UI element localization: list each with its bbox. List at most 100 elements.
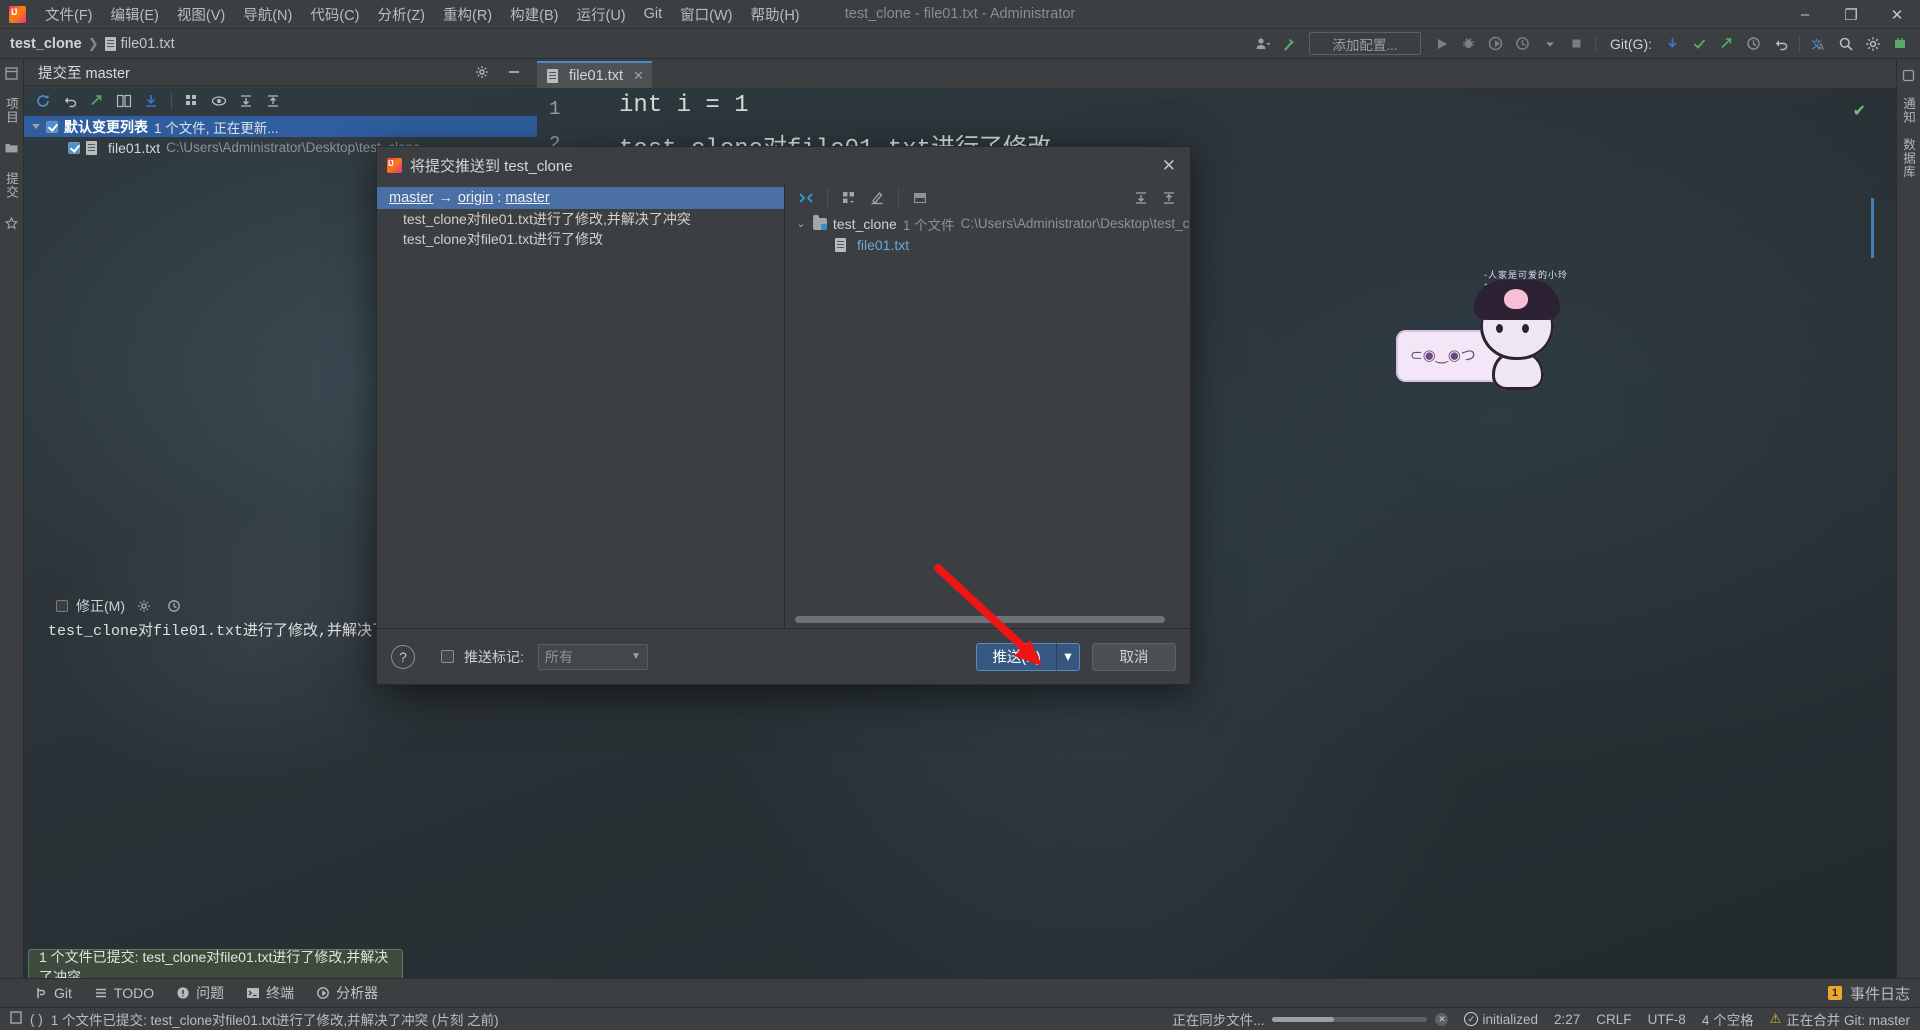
git-commit-icon[interactable] bbox=[1687, 32, 1712, 56]
breadcrumb-file[interactable]: file01.txt bbox=[121, 36, 175, 52]
debug-icon[interactable] bbox=[1456, 32, 1481, 56]
undo-icon[interactable] bbox=[1768, 32, 1793, 56]
toolwindow-profiler[interactable]: 分析器 bbox=[316, 983, 378, 1003]
run-with-coverage-icon[interactable] bbox=[1483, 32, 1508, 56]
menu-refactor[interactable]: 重构(R) bbox=[434, 1, 501, 28]
file-encoding[interactable]: UTF-8 bbox=[1648, 1012, 1686, 1027]
maximize-button[interactable]: ❐ bbox=[1828, 0, 1874, 29]
commit-message-input[interactable]: test_clone对file01.txt进行了修改,并解决了冲 bbox=[48, 619, 398, 640]
toolwindow-git[interactable]: Git bbox=[34, 985, 72, 1001]
commit-settings-gear-icon[interactable] bbox=[471, 61, 493, 83]
chevron-down-icon[interactable] bbox=[32, 124, 40, 129]
push-target-row[interactable]: master → origin : master bbox=[377, 187, 784, 209]
changelist-row[interactable]: 默认变更列表 1 个文件, 正在更新... bbox=[24, 116, 537, 137]
line-separator[interactable]: CRLF bbox=[1596, 1012, 1631, 1027]
push-tags-select[interactable]: 所有 ▼ bbox=[537, 643, 648, 670]
tree-row-file[interactable]: file01.txt bbox=[793, 234, 1190, 255]
push-button[interactable]: 推送(P) bbox=[976, 642, 1056, 671]
commit-list-item[interactable]: test_clone对file01.txt进行了修改 bbox=[377, 229, 784, 249]
close-icon[interactable]: ✕ bbox=[633, 68, 644, 84]
translate-icon[interactable]: 文A bbox=[1806, 32, 1831, 56]
menu-help[interactable]: 帮助(H) bbox=[742, 1, 809, 28]
menu-file[interactable]: 文件(F) bbox=[36, 1, 102, 28]
editor-tab-file01[interactable]: file01.txt ✕ bbox=[537, 61, 652, 88]
menu-run[interactable]: 运行(U) bbox=[567, 1, 634, 28]
add-configuration-button[interactable]: 添加配置... bbox=[1309, 32, 1421, 55]
profiler-dropdown-icon[interactable] bbox=[1510, 32, 1535, 56]
collapse-all-icon[interactable] bbox=[262, 90, 284, 112]
push-local-branch[interactable]: master bbox=[389, 190, 433, 206]
push-remote-branch[interactable]: master bbox=[505, 190, 549, 206]
tree-row-repository[interactable]: ⌄ test_clone 1 个文件 C:\Users\Administrato… bbox=[793, 213, 1190, 234]
settings-gear-icon[interactable] bbox=[1860, 32, 1885, 56]
shelve-icon[interactable] bbox=[86, 90, 108, 112]
menu-git[interactable]: Git bbox=[635, 3, 672, 25]
chevron-down-icon[interactable]: ⌄ bbox=[795, 217, 807, 230]
event-log-area[interactable]: 1 事件日志 bbox=[1827, 983, 1920, 1004]
rollback-icon[interactable] bbox=[59, 90, 81, 112]
search-icon[interactable] bbox=[1833, 32, 1858, 56]
indent-setting[interactable]: 4 个空格 bbox=[1702, 1009, 1754, 1029]
stop-icon[interactable] bbox=[1564, 32, 1589, 56]
menu-edit[interactable]: 编辑(E) bbox=[102, 1, 168, 28]
chevron-down-icon[interactable]: ▼ bbox=[631, 651, 641, 662]
menu-build[interactable]: 构建(B) bbox=[501, 1, 567, 28]
push-dropdown-button[interactable]: ▾ bbox=[1056, 642, 1080, 671]
history-icon[interactable] bbox=[1741, 32, 1766, 56]
toolwindow-terminal[interactable]: 终端 bbox=[246, 983, 294, 1003]
git-branch-status[interactable]: ⚠ 正在合并 Git: master bbox=[1770, 1009, 1910, 1029]
git-update-icon[interactable] bbox=[1660, 32, 1685, 56]
commit-list-item[interactable]: test_clone对file01.txt进行了修改,并解决了冲突 bbox=[377, 209, 784, 229]
structure-icon[interactable] bbox=[4, 65, 20, 81]
minimize-button[interactable]: – bbox=[1782, 0, 1828, 29]
cancel-progress-icon[interactable]: ✕ bbox=[1435, 1012, 1449, 1026]
edit-pencil-icon[interactable] bbox=[866, 187, 888, 209]
push-remote[interactable]: origin bbox=[458, 190, 493, 206]
toolwindow-problems[interactable]: 问题 bbox=[176, 983, 224, 1003]
diff-icon[interactable] bbox=[113, 90, 135, 112]
run-icon[interactable] bbox=[1429, 32, 1454, 56]
commit-history-icon[interactable] bbox=[163, 595, 185, 617]
tree-horizontal-scrollbar[interactable] bbox=[795, 614, 1176, 624]
chevron-down-icon[interactable] bbox=[1537, 32, 1562, 56]
menu-navigate[interactable]: 导航(N) bbox=[234, 1, 301, 28]
toolwindow-todo[interactable]: TODO bbox=[94, 985, 154, 1001]
notifications-icon[interactable] bbox=[1901, 67, 1917, 83]
close-button[interactable]: ✕ bbox=[1874, 0, 1920, 29]
editor-scrollbar-marker[interactable] bbox=[1871, 198, 1874, 258]
plugin-icon[interactable] bbox=[1887, 32, 1912, 56]
folder-icon[interactable] bbox=[4, 140, 20, 156]
build-hammer-icon[interactable] bbox=[1276, 32, 1301, 56]
download-icon[interactable] bbox=[140, 90, 162, 112]
sidebar-item-notifications[interactable]: 通知 bbox=[1899, 97, 1918, 124]
menu-analyze[interactable]: 分析(Z) bbox=[368, 1, 434, 28]
bookmarks-icon[interactable] bbox=[4, 215, 20, 231]
preview-eye-icon[interactable] bbox=[208, 90, 230, 112]
commit-options-gear-icon[interactable] bbox=[133, 595, 155, 617]
expand-collapse-icon[interactable] bbox=[795, 187, 817, 209]
git-push-icon[interactable] bbox=[1714, 32, 1739, 56]
status-message[interactable]: 1 个文件已提交: test_clone对file01.txt进行了修改,并解决… bbox=[51, 1009, 499, 1029]
caret-position[interactable]: 2:27 bbox=[1554, 1012, 1580, 1027]
menu-view[interactable]: 视图(V) bbox=[168, 1, 234, 28]
vcs-status[interactable]: ✓ initialized bbox=[1464, 1012, 1538, 1027]
push-tags-checkbox[interactable] bbox=[441, 650, 454, 663]
preview-panel-icon[interactable] bbox=[909, 187, 931, 209]
file-checkbox[interactable] bbox=[68, 141, 80, 154]
breadcrumb-project[interactable]: test_clone bbox=[10, 36, 82, 52]
expand-all-icon[interactable] bbox=[1130, 187, 1152, 209]
menu-code[interactable]: 代码(C) bbox=[301, 1, 368, 28]
collapse-all-icon[interactable] bbox=[1158, 187, 1180, 209]
user-account-icon[interactable] bbox=[1249, 32, 1274, 56]
amend-checkbox[interactable] bbox=[56, 600, 68, 612]
inspection-ok-icon[interactable]: ✔ bbox=[1853, 101, 1866, 121]
cancel-button[interactable]: 取消 bbox=[1092, 642, 1176, 671]
refresh-icon[interactable] bbox=[32, 90, 54, 112]
scrollbar-thumb[interactable] bbox=[795, 615, 1165, 623]
dialog-close-icon[interactable]: ✕ bbox=[1158, 155, 1180, 176]
changelist-checkbox[interactable] bbox=[46, 120, 58, 133]
commit-minimize-icon[interactable] bbox=[503, 61, 525, 83]
group-by-icon[interactable] bbox=[181, 90, 203, 112]
sidebar-item-project[interactable]: 项目 bbox=[2, 97, 21, 124]
sidebar-item-commit[interactable]: 提交 bbox=[2, 172, 21, 199]
